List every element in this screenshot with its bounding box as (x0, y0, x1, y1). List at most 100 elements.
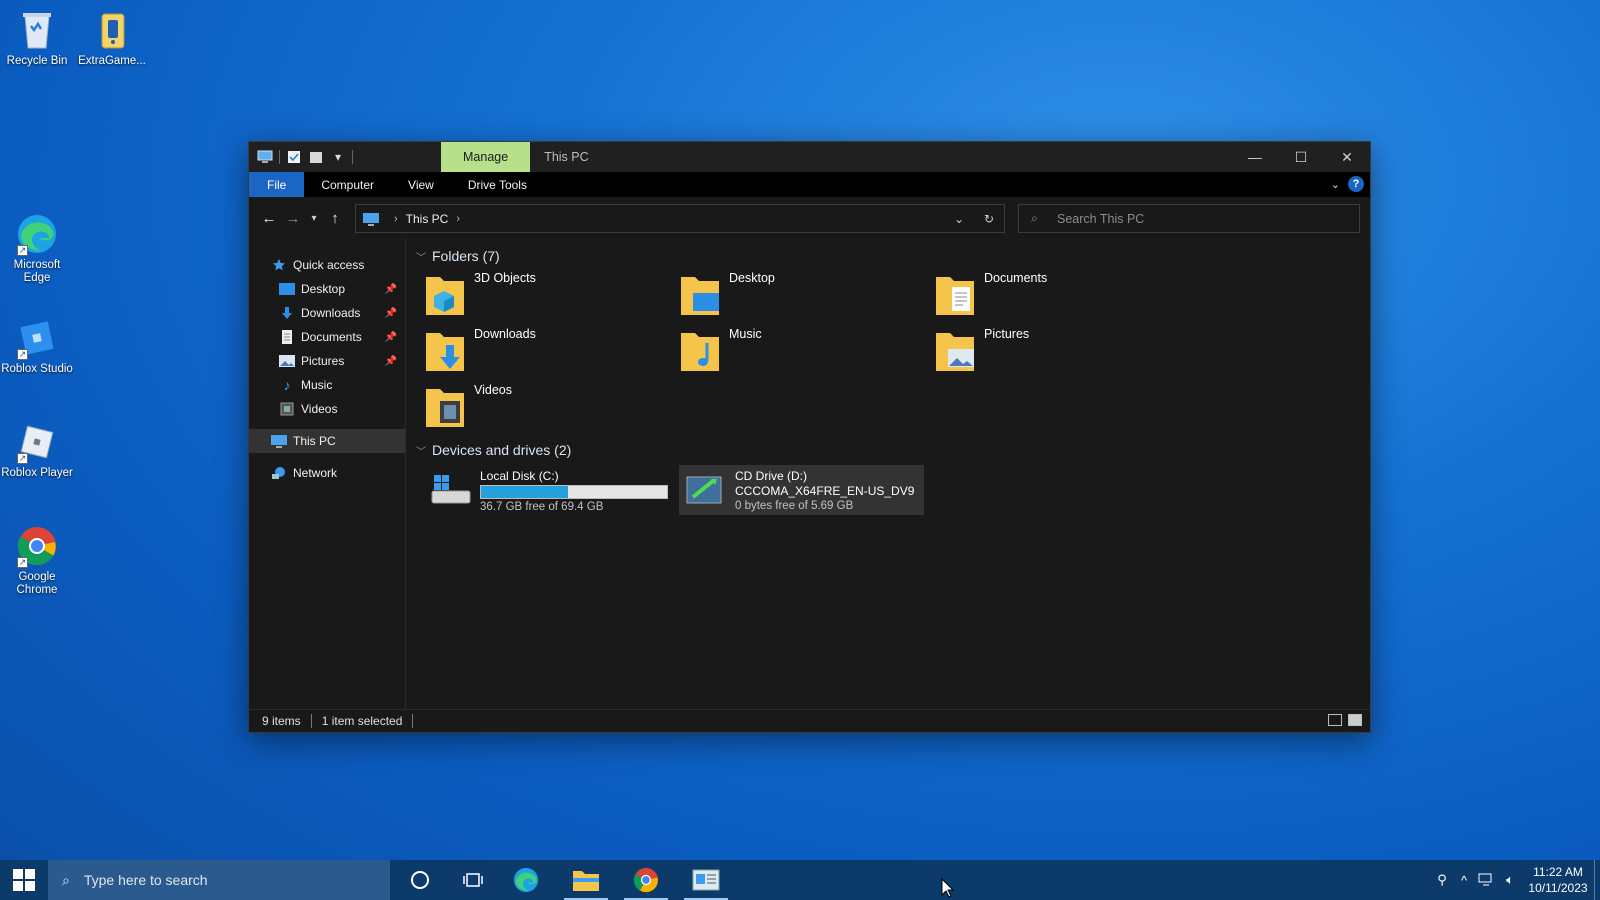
edge-icon (513, 867, 539, 893)
search-placeholder: Type here to search (83, 872, 208, 888)
taskbar-file-explorer[interactable] (556, 860, 616, 900)
refresh-icon[interactable]: ↻ (974, 205, 1004, 232)
forward-button[interactable]: → (281, 206, 305, 230)
new-folder-icon[interactable] (308, 149, 324, 165)
desktop-icon-extragame[interactable]: ExtraGame... (75, 8, 149, 68)
large-icons-view-icon[interactable] (1348, 714, 1362, 726)
search-placeholder: Search This PC (1057, 211, 1145, 226)
pin-icon[interactable]: 📌 (385, 332, 397, 343)
folders-group-header[interactable]: ﹀ Folders (7) (416, 245, 1370, 267)
address-history-chevron-icon[interactable]: ⌄ (944, 205, 974, 232)
start-button[interactable] (0, 860, 48, 900)
details-view-icon[interactable] (1328, 714, 1342, 726)
pictures-folder-icon (934, 327, 976, 373)
nav-item-videos[interactable]: Videos (249, 397, 405, 421)
search-input[interactable]: ⌕ Search This PC (1018, 204, 1360, 233)
pc-small-icon[interactable] (257, 149, 273, 165)
volume-icon[interactable]: 🔈︎ (1498, 872, 1522, 888)
status-separator (310, 714, 312, 728)
nav-quick-access[interactable]: Quick access (249, 253, 405, 277)
pin-icon[interactable]: 📌 (385, 284, 397, 295)
chrome-icon: ↗ (15, 524, 59, 568)
nav-item-desktop[interactable]: Desktop 📌 (249, 277, 405, 301)
this-pc-icon (271, 434, 287, 448)
nav-network[interactable]: Network (249, 461, 405, 485)
minimize-button[interactable]: — (1232, 142, 1278, 172)
collapse-chevron-icon[interactable]: ﹀ (416, 443, 430, 458)
help-icon[interactable]: ? (1348, 176, 1364, 192)
manage-contextual-tab[interactable]: Manage (441, 142, 531, 172)
folder-videos[interactable]: Videos (424, 379, 679, 435)
folder-label: Music (729, 327, 762, 341)
drive-usage-fill (481, 486, 569, 498)
nav-this-pc[interactable]: This PC (249, 429, 405, 453)
collapse-chevron-icon[interactable]: ﹀ (416, 249, 430, 264)
drive-c[interactable]: Local Disk (C:) 36.7 GB free of 69.4 GB (424, 465, 669, 515)
qat-separator (352, 150, 353, 164)
nav-item-documents[interactable]: Documents 📌 (249, 325, 405, 349)
taskbar-control-panel[interactable] (676, 860, 736, 900)
task-view-button[interactable] (450, 860, 496, 900)
network-status-icon[interactable] (1474, 873, 1498, 887)
breadcrumb-this-pc[interactable]: This PC (406, 212, 449, 226)
drives-list: Local Disk (C:) 36.7 GB free of 69.4 GB … (424, 465, 1370, 515)
folder-3d-objects[interactable]: 3D Objects (424, 267, 679, 323)
system-tray: ⚲ ^ 🔈︎ 11:22 AM 10/11/2023 (1430, 860, 1600, 900)
nav-item-music[interactable]: ♪ Music (249, 373, 405, 397)
show-hidden-icons-chevron-icon[interactable]: ^ (1454, 873, 1474, 888)
desktop-icon-roblox-studio[interactable]: ↗ Roblox Studio (0, 316, 74, 376)
folder-music[interactable]: Music (679, 323, 934, 379)
desktop-icon-roblox-player[interactable]: ↗ Roblox Player (0, 420, 74, 480)
desktop-folder-icon (679, 271, 721, 317)
expand-ribbon-chevron-icon[interactable]: ⌄ (1331, 178, 1340, 191)
close-button[interactable]: ✕ (1324, 142, 1370, 172)
tab-view[interactable]: View (391, 172, 451, 197)
people-icon[interactable]: ⚲ (1430, 872, 1454, 888)
windows-logo-icon (13, 869, 35, 891)
desktop-icon-chrome[interactable]: ↗ Google Chrome (0, 524, 74, 597)
folder-desktop[interactable]: Desktop (679, 267, 934, 323)
document-icon (279, 330, 295, 344)
nav-item-downloads[interactable]: Downloads 📌 (249, 301, 405, 325)
back-button[interactable]: ← (257, 206, 281, 230)
desktop-icon-label: ExtraGame... (78, 55, 146, 67)
cortana-button[interactable] (390, 860, 450, 900)
cd-drive-icon (683, 469, 729, 509)
desktop-icon-recycle-bin[interactable]: Recycle Bin (0, 8, 74, 68)
taskbar-chrome[interactable] (616, 860, 676, 900)
ribbon-tabs: File Computer View Drive Tools ⌄ ? (249, 172, 1370, 197)
customize-qat-icon[interactable]: ▾ (330, 149, 346, 165)
drive-d[interactable]: CD Drive (D:) CCCOMA_X64FRE_EN-US_DV9 0 … (679, 465, 924, 515)
up-button[interactable]: ↑ (323, 206, 347, 230)
clock[interactable]: 11:22 AM 10/11/2023 (1522, 864, 1594, 896)
nav-item-pictures[interactable]: Pictures 📌 (249, 349, 405, 373)
taskbar-edge[interactable] (496, 860, 556, 900)
taskbar-search-input[interactable]: ⌕ Type here to search (48, 860, 390, 900)
drives-group-header[interactable]: ﹀ Devices and drives (2) (416, 439, 1370, 461)
nav-label: Network (293, 466, 338, 480)
desktop-icon-edge[interactable]: ↗ Microsoft Edge (0, 212, 74, 285)
desktop-icon-label: Recycle Bin (6, 55, 68, 67)
recent-locations-chevron-icon[interactable]: ▾ (305, 206, 323, 230)
folder-pictures[interactable]: Pictures (934, 323, 1189, 379)
tab-computer[interactable]: Computer (304, 172, 391, 197)
tab-drive-tools[interactable]: Drive Tools (451, 172, 544, 197)
address-bar[interactable]: › This PC › ⌄ ↻ (355, 204, 1005, 233)
breadcrumb-separator-icon[interactable]: › (456, 213, 460, 225)
mouse-cursor-icon (941, 878, 955, 898)
pin-icon[interactable]: 📌 (385, 356, 397, 367)
tab-file[interactable]: File (249, 172, 305, 197)
folder-downloads[interactable]: Downloads (424, 323, 679, 379)
local-disk-icon (428, 469, 474, 509)
desktop-icon-label: Microsoft Edge (13, 259, 61, 284)
properties-icon[interactable] (286, 149, 302, 165)
nav-label: Documents (301, 330, 362, 344)
file-explorer-icon (573, 871, 599, 891)
folder-documents[interactable]: Documents (934, 267, 1189, 323)
control-panel-icon (692, 869, 720, 891)
show-desktop-button[interactable] (1594, 860, 1600, 900)
pin-icon[interactable]: 📌 (385, 308, 397, 319)
drive-usage-bar (480, 485, 668, 499)
maximize-button[interactable]: ☐ (1278, 142, 1324, 172)
drive-name: CD Drive (D:) (735, 469, 807, 483)
